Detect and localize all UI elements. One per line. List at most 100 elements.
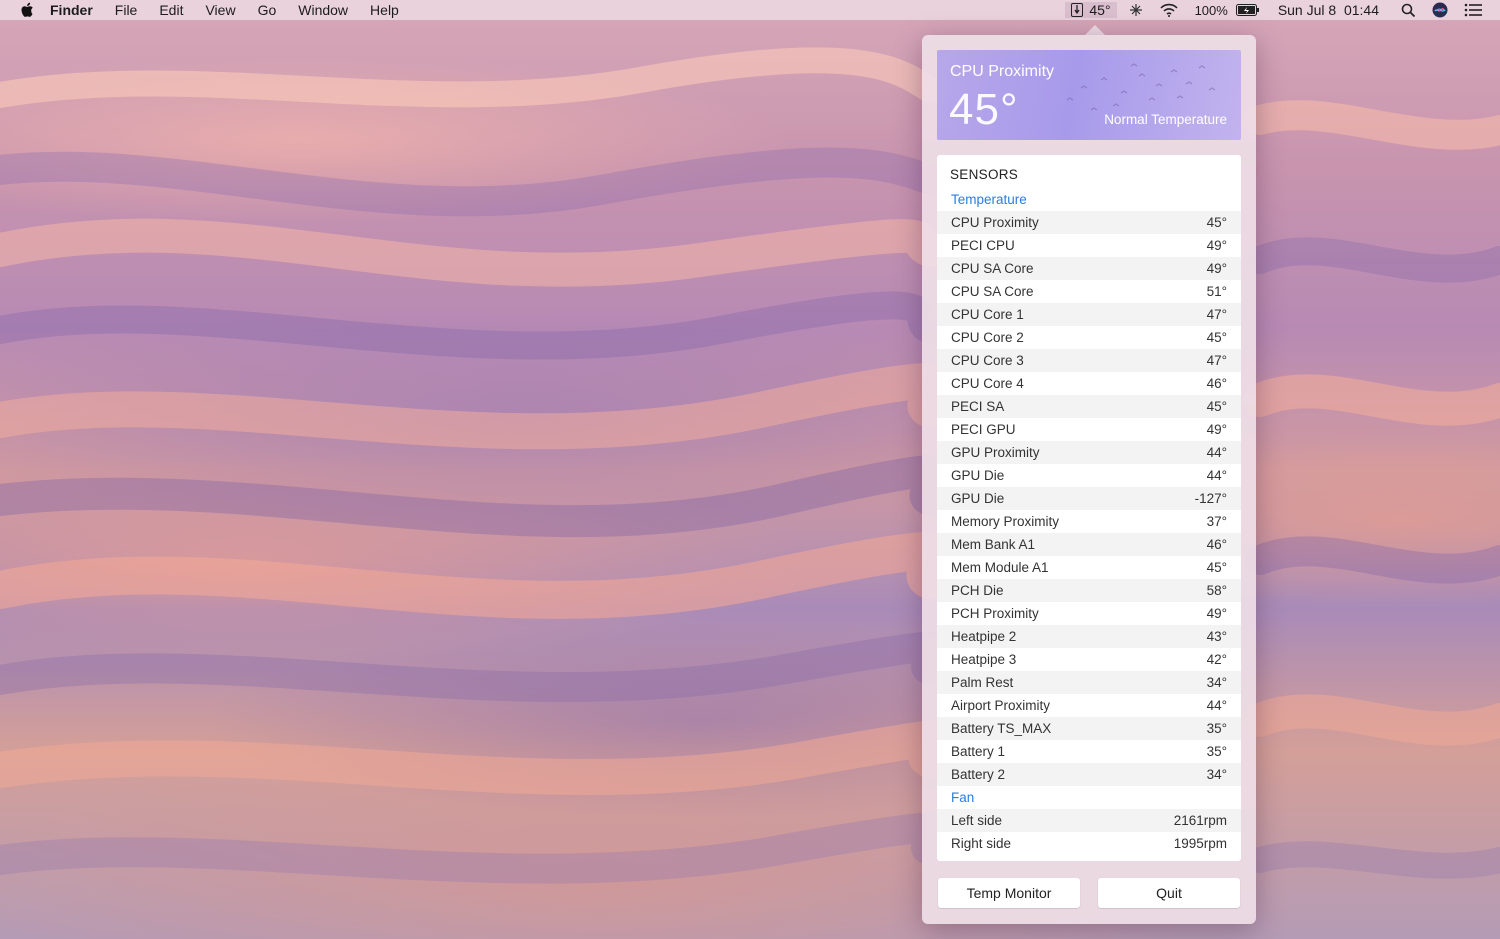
sensor-row: Battery 2 34°: [937, 763, 1241, 786]
sensor-value: 49°: [1206, 422, 1227, 437]
sensor-value: 45°: [1206, 330, 1227, 345]
menu-window[interactable]: Window: [298, 2, 348, 18]
sensor-row: Left side 2161rpm: [937, 809, 1241, 832]
menu-app-name[interactable]: Finder: [50, 2, 93, 18]
sensor-label: CPU SA Core: [951, 261, 1034, 276]
sensor-label: CPU Core 2: [951, 330, 1024, 345]
sensor-row: PCH Die 58°: [937, 579, 1241, 602]
siri-icon[interactable]: [1432, 2, 1448, 18]
sensor-row: CPU Core 2 45°: [937, 326, 1241, 349]
sensor-label: Battery TS_MAX: [951, 721, 1052, 736]
spotlight-search-icon[interactable]: [1401, 3, 1416, 18]
sensor-value: 51°: [1206, 284, 1227, 299]
popover-arrow: [1085, 25, 1105, 35]
sensor-row: Mem Bank A1 46°: [937, 533, 1241, 556]
sensor-row: PECI SA 45°: [937, 395, 1241, 418]
section-header: Fan: [951, 790, 975, 805]
sensor-value: 44°: [1206, 468, 1227, 483]
sensor-value: 43°: [1206, 629, 1227, 644]
sensor-label: Mem Bank A1: [951, 537, 1036, 552]
sensors-title: SENSORS: [950, 167, 1019, 182]
sensor-value: 46°: [1206, 376, 1227, 391]
sensor-label: Airport Proximity: [951, 698, 1051, 713]
sensor-label: CPU Core 1: [951, 307, 1024, 322]
sensor-label: PCH Proximity: [951, 606, 1039, 621]
sensor-row: CPU Core 4 46°: [937, 372, 1241, 395]
sensor-label: GPU Die: [951, 491, 1005, 506]
sensor-row: CPU SA Core 49°: [937, 257, 1241, 280]
sensor-row: Heatpipe 3 42°: [937, 648, 1241, 671]
sensor-row: PECI CPU 49°: [937, 234, 1241, 257]
sensor-value: -127°: [1194, 491, 1227, 506]
sensor-label: Memory Proximity: [951, 514, 1060, 529]
sensor-value: 49°: [1206, 606, 1227, 621]
wifi-icon[interactable]: [1159, 3, 1179, 17]
sensor-label: Left side: [951, 813, 1003, 828]
sensor-value: 49°: [1206, 261, 1227, 276]
sensor-row: Memory Proximity 37°: [937, 510, 1241, 533]
status-extra-icon[interactable]: [1129, 3, 1143, 17]
thermometer-icon: [1071, 3, 1084, 17]
menu-bar-left: Finder File Edit View Go Window Help: [0, 0, 421, 20]
menu-go[interactable]: Go: [258, 2, 277, 18]
temp-monitor-popover: CPU Proximity 45° Normal Temperature SEN…: [922, 35, 1256, 924]
sensor-value: 42°: [1206, 652, 1227, 667]
sensor-row: Mem Module A1 45°: [937, 556, 1241, 579]
menu-edit[interactable]: Edit: [159, 2, 183, 18]
temp-reading: 45°: [1089, 2, 1111, 18]
hero-status: Normal Temperature: [1104, 112, 1227, 127]
sensor-row: Airport Proximity 44°: [937, 694, 1241, 717]
sensor-label: PECI SA: [951, 399, 1005, 414]
sensors-panel[interactable]: SENSORS Temperature CPU Proximity 45° PECI …: [937, 155, 1241, 861]
battery-percent[interactable]: 100%: [1195, 3, 1228, 18]
notification-center-icon[interactable]: [1464, 3, 1482, 17]
sensor-label: GPU Proximity: [951, 445, 1040, 460]
quit-button[interactable]: Quit: [1098, 878, 1240, 908]
sensor-label: Heatpipe 3: [951, 652, 1017, 667]
sensor-row: Heatpipe 2 43°: [937, 625, 1241, 648]
sensor-value: 34°: [1206, 767, 1227, 782]
sensor-value: 35°: [1206, 744, 1227, 759]
temp-monitor-button[interactable]: Temp Monitor: [938, 878, 1080, 908]
sensor-value: 34°: [1206, 675, 1227, 690]
sensor-label: PECI CPU: [951, 238, 1015, 253]
hero-sensor-name: CPU Proximity: [950, 63, 1055, 80]
sensor-row: GPU Die 44°: [937, 464, 1241, 487]
sensor-value: 47°: [1206, 353, 1227, 368]
sensor-label: Palm Rest: [951, 675, 1014, 690]
sensor-label: Battery 1: [951, 744, 1006, 759]
sensor-value: 44°: [1206, 445, 1227, 460]
sensor-label: CPU SA Core: [951, 284, 1034, 299]
sensor-value: 44°: [1206, 698, 1227, 713]
battery-icon[interactable]: [1235, 4, 1260, 16]
sensor-row: Battery 1 35°: [937, 740, 1241, 763]
sensor-row: Right side 1995rpm: [937, 832, 1241, 855]
menu-bar: Finder File Edit View Go Window Help 45°…: [0, 0, 1500, 20]
sensor-label: Mem Module A1: [951, 560, 1049, 575]
clock[interactable]: Sun Jul 8 01:44: [1278, 2, 1379, 18]
temp-monitor-status-item[interactable]: 45°: [1065, 2, 1117, 18]
sensor-label: Right side: [951, 836, 1012, 851]
sensor-row: CPU Proximity 45°: [937, 211, 1241, 234]
menu-file[interactable]: File: [115, 2, 138, 18]
sensor-value: 58°: [1206, 583, 1227, 598]
menu-help[interactable]: Help: [370, 2, 399, 18]
sensor-label: CPU Core 4: [951, 376, 1024, 391]
sensor-value: 35°: [1206, 721, 1227, 736]
sensor-list: Temperature CPU Proximity 45° PECI CPU 49° CP…: [937, 188, 1241, 855]
desktop-wallpaper: [0, 47, 1500, 884]
sensor-value: 47°: [1206, 307, 1227, 322]
sensor-value: 46°: [1206, 537, 1227, 552]
sensor-row: PCH Proximity 49°: [937, 602, 1241, 625]
sensor-row: PECI GPU 49°: [937, 418, 1241, 441]
sensor-row: GPU Proximity 44°: [937, 441, 1241, 464]
menu-bar-status: 45° 100% Sun Jul 8 01:44: [1057, 0, 1500, 20]
sensor-value: 45°: [1206, 215, 1227, 230]
sensor-label: CPU Core 3: [951, 353, 1024, 368]
hero-temperature: 45°: [949, 85, 1019, 134]
sensor-value: 1995rpm: [1173, 836, 1227, 851]
sensor-row: CPU SA Core 51°: [937, 280, 1241, 303]
sensor-value: 45°: [1206, 560, 1227, 575]
apple-icon[interactable]: [18, 1, 36, 19]
menu-view[interactable]: View: [205, 2, 235, 18]
